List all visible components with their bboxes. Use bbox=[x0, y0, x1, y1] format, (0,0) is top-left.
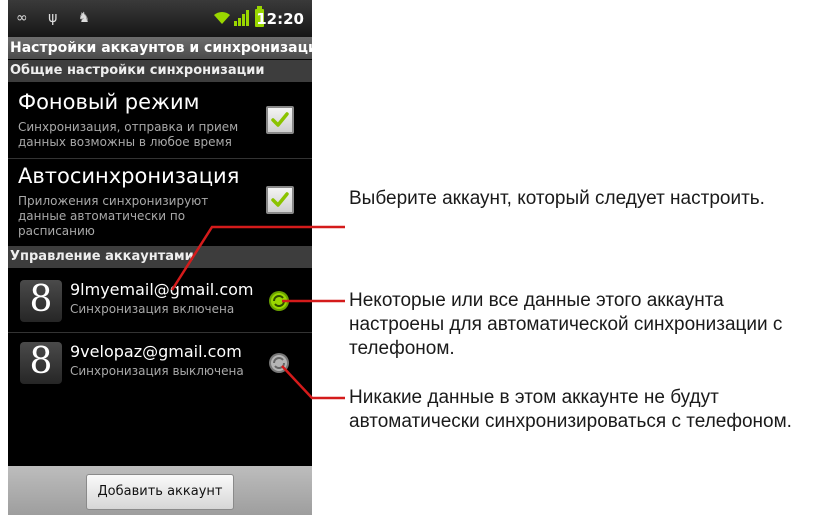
divider bbox=[8, 158, 312, 159]
pref-summary: Синхронизация, отправка и прием данных в… bbox=[18, 120, 239, 149]
pref-title: Фоновый режим bbox=[18, 90, 200, 114]
callout-select-account: Выберите аккаунт, который следует настро… bbox=[349, 188, 765, 209]
bottom-bar: Добавить аккаунт bbox=[8, 466, 312, 515]
pref-auto-sync[interactable]: Автосинхронизация Приложения синхронизир… bbox=[8, 164, 312, 246]
background-data-checkbox[interactable] bbox=[266, 106, 294, 134]
signal-icon bbox=[234, 10, 249, 26]
screen-title: Настройки аккаунтов и синхронизации bbox=[8, 37, 312, 59]
clock: 12:20 bbox=[256, 10, 304, 28]
divider bbox=[8, 332, 312, 333]
account-row[interactable]: 8 9velopaz@gmail.com Синхронизация выклю… bbox=[8, 338, 312, 394]
pref-background-data[interactable]: Фоновый режим Синхронизация, отправка и … bbox=[8, 90, 312, 158]
google-logo-icon: 8 bbox=[20, 342, 62, 384]
check-icon bbox=[271, 112, 289, 127]
section-header-general: Общие настройки синхронизации bbox=[8, 60, 312, 82]
account-row[interactable]: 8 9lmyemail@gmail.com Синхронизация вклю… bbox=[8, 276, 312, 332]
section-header-accounts: Управление аккаунтами bbox=[8, 246, 312, 268]
add-account-button[interactable]: Добавить аккаунт bbox=[86, 474, 234, 510]
status-bar: ∞ ψ ♞ 12:20 bbox=[8, 0, 312, 38]
notification-icons: ∞ ψ ♞ bbox=[16, 10, 99, 26]
account-email: 9lmyemail@gmail.com bbox=[70, 280, 254, 299]
callout-sync-on: Некоторые или все данные этого аккаунта … bbox=[349, 290, 783, 359]
pref-summary: Приложения синхронизируют данные автомат… bbox=[18, 194, 209, 238]
sync-off-icon bbox=[269, 353, 289, 373]
account-sync-status: Синхронизация выключена bbox=[70, 364, 244, 378]
account-email: 9velopaz@gmail.com bbox=[70, 342, 242, 361]
wifi-icon bbox=[214, 11, 230, 24]
account-sync-status: Синхронизация включена bbox=[70, 302, 235, 316]
phone-screen: ∞ ψ ♞ 12:20 Настройки аккаунтов и синхро… bbox=[8, 0, 312, 515]
pref-title: Автосинхронизация bbox=[18, 164, 240, 188]
google-logo-icon: 8 bbox=[20, 280, 62, 322]
callout-sync-off: Никакие данные в этом аккаунте не будут … bbox=[349, 387, 792, 432]
sync-on-icon bbox=[269, 291, 289, 311]
auto-sync-checkbox[interactable] bbox=[266, 186, 294, 214]
check-icon bbox=[271, 192, 289, 207]
